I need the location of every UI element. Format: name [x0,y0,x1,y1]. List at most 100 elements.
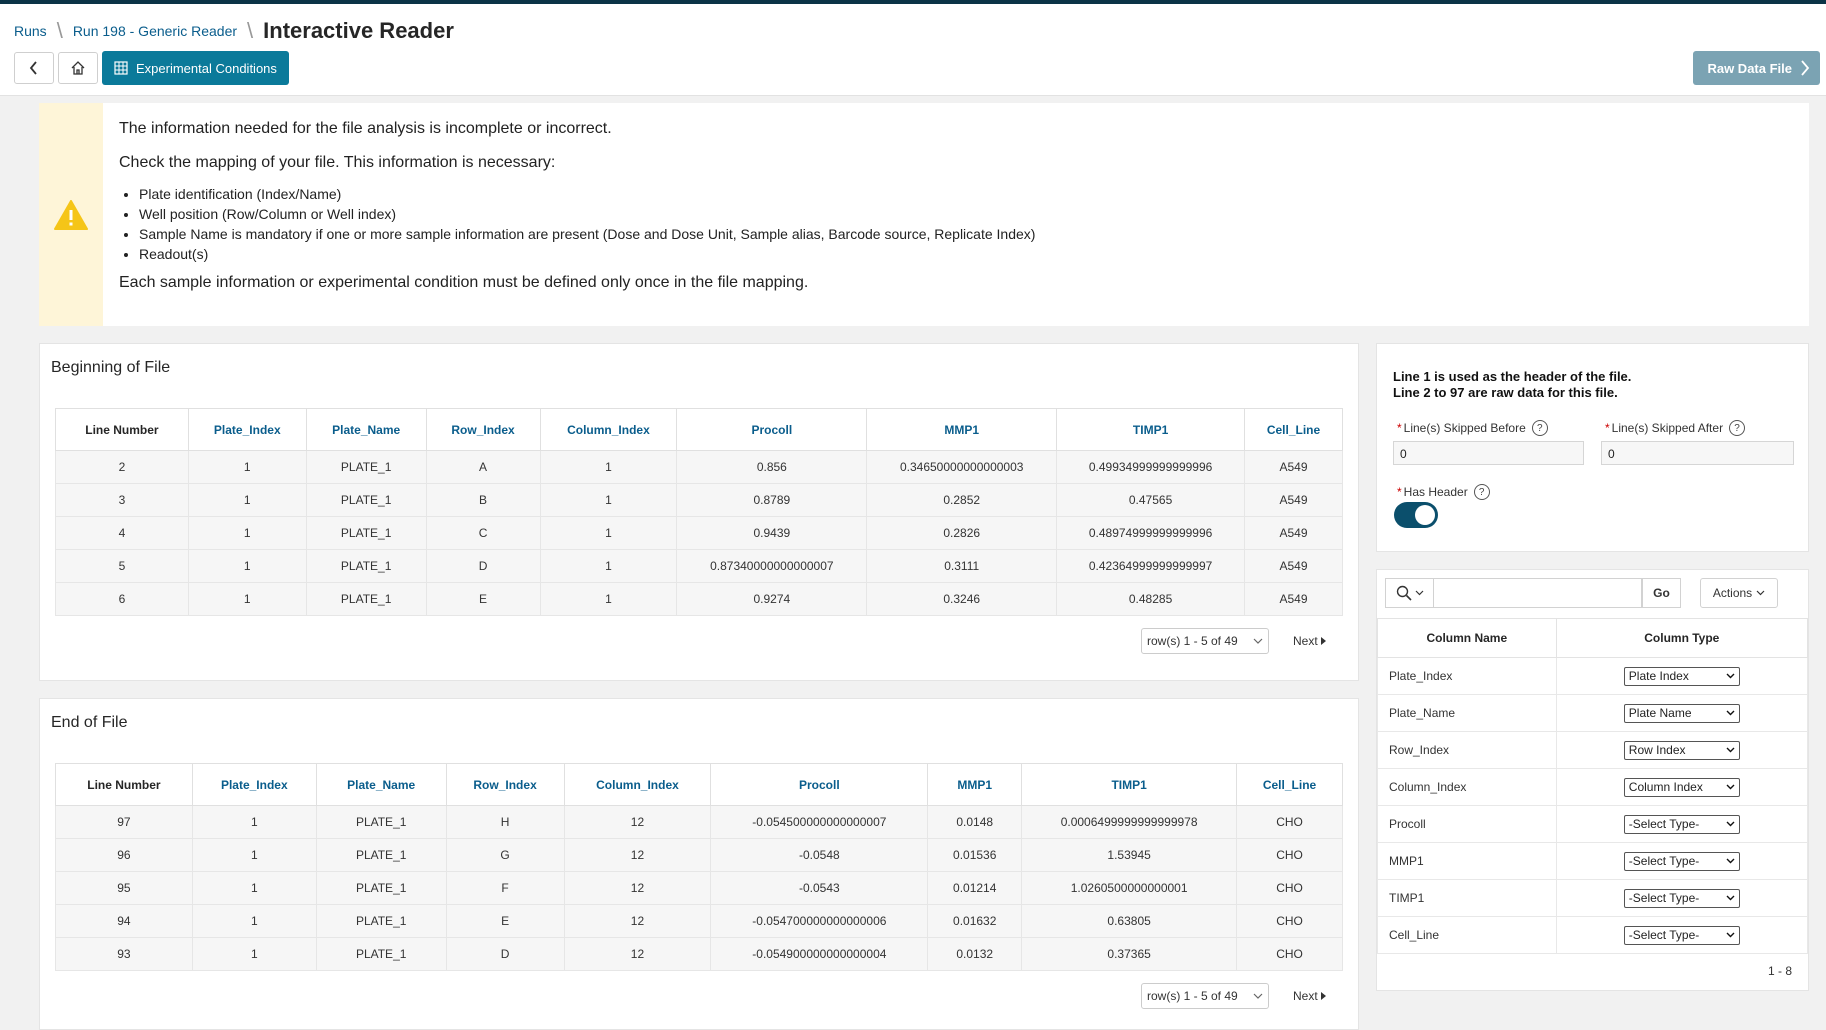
table-cell: 1 [187,483,307,517]
end-of-file-card: End of File Line Number Plate_Index Plat… [39,698,1359,1030]
table-cell: -0.0548 [710,838,929,872]
column-header[interactable]: Column_Index [539,408,678,451]
rows-per-page-select[interactable]: row(s) 1 - 5 of 49 [1141,983,1269,1009]
table-cell: 2 [55,450,189,484]
column-type-select[interactable]: Column Index [1623,777,1740,797]
table-cell: 96 [55,838,193,872]
next-page-button[interactable]: Next [1293,989,1326,1003]
table-cell: 0.01536 [927,838,1023,872]
top-bar: Runs \ Run 198 - Generic Reader \ Intera… [0,0,1826,96]
table-cell: D [425,549,541,583]
column-header[interactable]: Line Number [55,408,189,451]
column-mapping-table: Column Name Column Type Plate_Index Plat… [1377,618,1809,954]
help-icon[interactable]: ? [1729,420,1746,436]
table-cell: 1 [191,838,317,872]
validation-alert: The information needed for the file anal… [39,103,1809,326]
table-cell: 1 [191,871,317,905]
table-cell: 1.53945 [1021,838,1238,872]
table-cell: 1 [191,904,317,938]
breadcrumb-runs[interactable]: Runs [14,23,47,39]
column-header[interactable]: MMP1 [927,763,1023,806]
column-header[interactable]: Plate_Index [187,408,307,451]
column-header[interactable]: Column Name [1377,618,1557,658]
column-header[interactable]: Line Number [55,763,193,806]
chevron-down-icon [1756,590,1765,596]
column-name: MMP1 [1377,842,1557,880]
has-header-text: Has Header [1403,485,1468,499]
table-row: 2 1 PLATE_1 A 1 0.856 0.34650000000000003 0.499… [55,450,1343,484]
beginning-of-file-card: Beginning of File Line Number Plate_Inde… [39,343,1359,681]
column-header[interactable]: Cell_Line [1236,763,1343,806]
table-cell: PLATE_1 [315,805,447,839]
rows-per-page-select[interactable]: row(s) 1 - 5 of 49 [1141,628,1269,654]
column-header[interactable]: Row_Index [425,408,541,451]
column-header[interactable]: Plate_Name [305,408,427,451]
table-cell: 5 [55,549,189,583]
table-cell: CHO [1236,904,1343,938]
column-header[interactable]: MMP1 [866,408,1058,451]
experimental-conditions-button[interactable]: Experimental Conditions [102,51,289,85]
back-button[interactable] [14,52,54,84]
actions-button[interactable]: Actions [1700,578,1778,608]
chevron-down-icon [1253,993,1263,999]
column-header[interactable]: Plate_Name [315,763,447,806]
table-row: 95 1 PLATE_1 F 12 -0.0543 0.01214 1.02605000000… [55,871,1343,905]
column-header[interactable]: Plate_Index [191,763,317,806]
has-header-toggle[interactable] [1394,502,1438,528]
go-button[interactable]: Go [1642,578,1681,608]
table-cell: 0.63805 [1021,904,1238,938]
column-name: Plate_Name [1377,694,1557,732]
table-cell: A549 [1244,582,1343,616]
table-row: TIMP1 -Select Type- [1377,879,1809,917]
table-cell: PLATE_1 [305,516,427,550]
column-type-select[interactable]: Plate Index [1623,666,1740,686]
table-cell: 94 [55,904,193,938]
column-type-select[interactable]: -Select Type- [1623,888,1740,908]
table-cell: PLATE_1 [305,450,427,484]
breadcrumb-separator: \ [56,18,63,43]
column-header[interactable]: Column_Index [563,763,712,806]
table-cell: 12 [563,871,712,905]
skipped-after-input[interactable]: 0 [1601,441,1794,465]
home-button[interactable] [58,52,98,84]
list-item: Plate identification (Index/Name) [139,184,1035,204]
has-header-label: * Has Header ? [1397,484,1490,500]
skipped-before-input[interactable]: 0 [1393,441,1584,465]
page-title: Interactive Reader [263,18,454,43]
search-icon [1396,585,1412,601]
column-type-select[interactable]: Plate Name [1623,703,1740,723]
column-header[interactable]: TIMP1 [1021,763,1238,806]
column-type-value: Column Index [1628,780,1703,794]
column-header[interactable]: TIMP1 [1056,408,1246,451]
column-type-select[interactable]: Row Index [1623,740,1740,760]
table-cell: 1 [539,483,678,517]
file-settings-card: Line 1 is used as the header of the file… [1376,343,1809,552]
column-type-select[interactable]: -Select Type- [1623,814,1740,834]
help-icon[interactable]: ? [1531,420,1548,436]
table-cell: 1 [191,937,317,971]
required-mark: * [1397,485,1402,499]
column-header[interactable]: Row_Index [445,763,565,806]
table-cell: 0.0132 [927,937,1023,971]
alert-body: The information needed for the file anal… [103,103,1051,326]
raw-data-file-button[interactable]: Raw Data File [1693,51,1820,85]
column-header[interactable]: Procoll [710,763,929,806]
table-cell: -0.054700000000000006 [710,904,929,938]
table-cell: PLATE_1 [315,904,447,938]
column-header[interactable]: Procoll [676,408,868,451]
search-input[interactable] [1434,578,1642,608]
next-label: Next [1293,989,1318,1003]
column-type-select[interactable]: -Select Type- [1623,851,1740,871]
table-cell: D [445,937,565,971]
column-header[interactable]: Cell_Line [1244,408,1343,451]
column-type-select[interactable]: -Select Type- [1623,925,1740,945]
help-icon[interactable]: ? [1473,484,1490,500]
column-header[interactable]: Column Type [1555,618,1809,658]
next-page-button[interactable]: Next [1293,634,1326,648]
table-cell: 0.37365 [1021,937,1238,971]
breadcrumb-run[interactable]: Run 198 - Generic Reader [73,23,237,39]
search-column-selector[interactable] [1385,578,1434,608]
table-cell: 12 [563,937,712,971]
table-cell: CHO [1236,805,1343,839]
column-name: TIMP1 [1377,879,1557,917]
